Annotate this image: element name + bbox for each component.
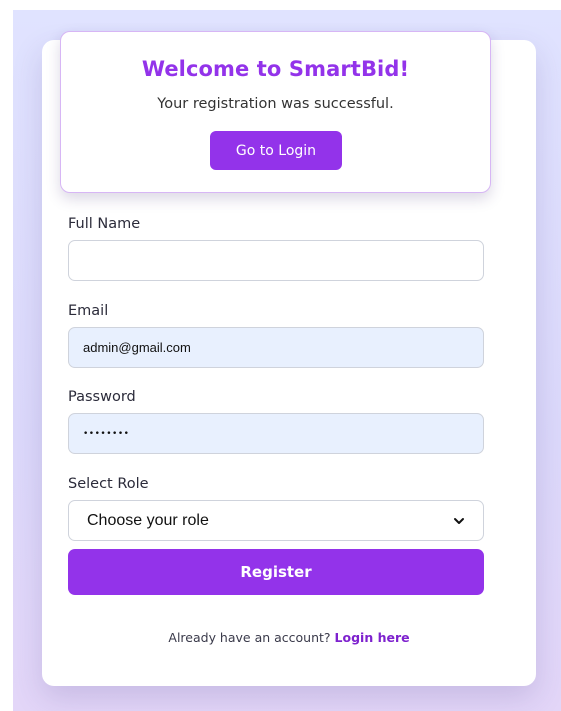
role-selected-value: Choose your role	[87, 511, 209, 529]
full-name-input[interactable]	[68, 240, 484, 281]
login-here-link[interactable]: Login here	[335, 630, 410, 645]
chevron-down-icon	[454, 517, 464, 524]
email-label: Email	[68, 303, 109, 319]
role-select[interactable]: Choose your role	[68, 500, 484, 541]
success-popup: Welcome to SmartBid! Your registration w…	[60, 31, 491, 193]
login-prompt-text: Already have an account?	[168, 630, 335, 645]
email-input[interactable]: admin@gmail.com	[68, 327, 484, 368]
popup-message: Your registration was successful.	[157, 96, 394, 112]
password-input[interactable]: ••••••••	[68, 413, 484, 454]
full-name-label: Full Name	[68, 216, 141, 232]
register-button[interactable]: Register	[68, 549, 484, 595]
email-value: admin@gmail.com	[83, 340, 191, 355]
popup-title: Welcome to SmartBid!	[141, 57, 410, 81]
login-prompt: Already have an account? Login here	[42, 630, 536, 645]
password-value: ••••••••	[83, 428, 130, 439]
role-label: Select Role	[68, 476, 149, 492]
go-to-login-button[interactable]: Go to Login	[210, 131, 342, 170]
password-label: Password	[68, 389, 136, 405]
